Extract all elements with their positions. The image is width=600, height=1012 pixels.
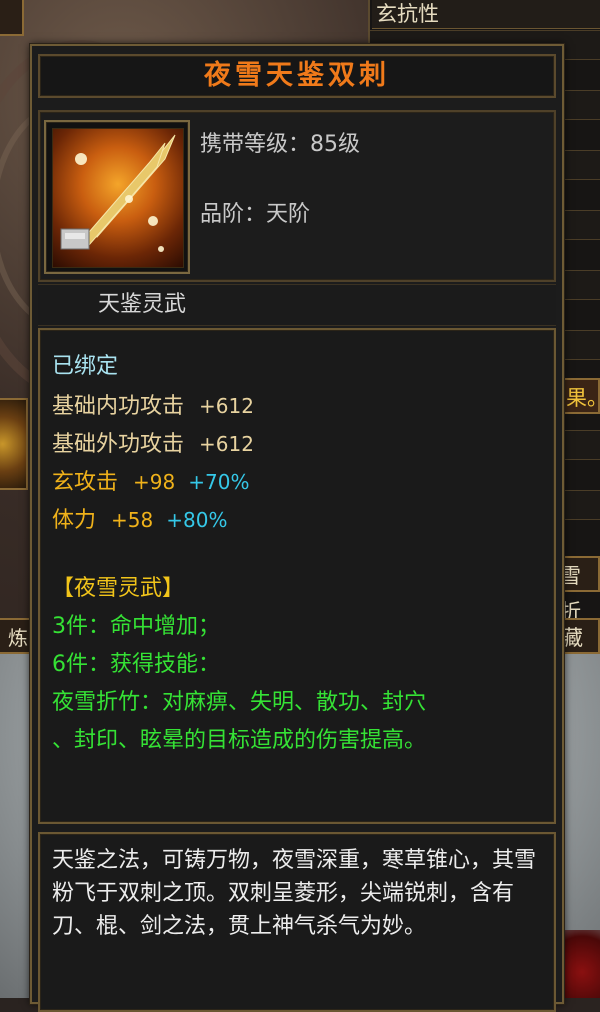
stat-name: 体力 [52,508,97,533]
set-bonus-6: 6件：获得技能： [52,652,220,677]
stat-name: 基础外功攻击 [52,432,185,457]
equipment-slot-icon[interactable] [0,398,28,490]
panel-title-xuan-resist: 玄抗性 [372,0,600,29]
stat-row: 玄攻击 +98 +70% [52,464,249,496]
item-tooltip: 夜雪天鉴双刺 携带等级：85级 品阶：天阶 天鉴灵武 已绑定 基础内功攻击 +6… [30,44,564,1012]
item-description: 天鉴之法，可铸万物，夜雪深重，寒草锥心，其雪粉飞于双刺之顶。双刺呈菱形，尖端锐刺… [52,848,537,939]
stat-row: 体力 +58 +80% [52,502,227,534]
stat-row: 基础内功攻击 +612 [52,388,254,420]
stat-name: 基础内功攻击 [52,394,185,419]
title-bar: 夜雪天鉴双刺 [38,54,556,98]
stat-value: +612 [199,432,254,456]
set-skill-line-2: 、封印、眩晕的目标造成的伤害提高。 [52,728,427,753]
dual-daggers-icon [60,134,176,252]
refine-button[interactable]: 炼 [0,618,34,654]
category-row: 天鉴灵武 [38,284,556,326]
bind-status: 已绑定 [52,354,119,379]
stat-value: +58 [111,508,154,532]
stat-name: 玄攻击 [52,470,119,495]
set-title: 【夜雪灵武】 [52,576,185,601]
item-category: 天鉴灵武 [98,292,187,317]
stat-value: +98 [133,470,176,494]
item-grade: 品阶：天阶 [200,202,311,227]
stat-bonus: +70% [188,470,250,494]
stats-section: 已绑定 基础内功攻击 +612 基础外功攻击 +612 玄攻击 +98 +70%… [38,328,556,824]
item-icon-frame [44,120,190,274]
stat-row: 基础外功攻击 +612 [52,426,254,458]
description-section: 天鉴之法，可铸万物，夜雪深重，寒草锥心，其雪粉飞于双刺之顶。双刺呈菱形，尖端锐刺… [38,832,556,1012]
set-bonus-3: 3件：命中增加； [52,614,220,639]
carry-level: 携带等级：85级 [200,132,360,157]
set-skill-line-1: 夜雪折竹：对麻痹、失明、散功、封穴 [52,690,427,715]
stat-value: +612 [199,394,254,418]
weapon-icon [52,128,184,268]
item-name: 夜雪天鉴双刺 [204,60,390,91]
corner-slot-icon[interactable] [0,0,24,36]
stat-bonus: +80% [166,508,228,532]
